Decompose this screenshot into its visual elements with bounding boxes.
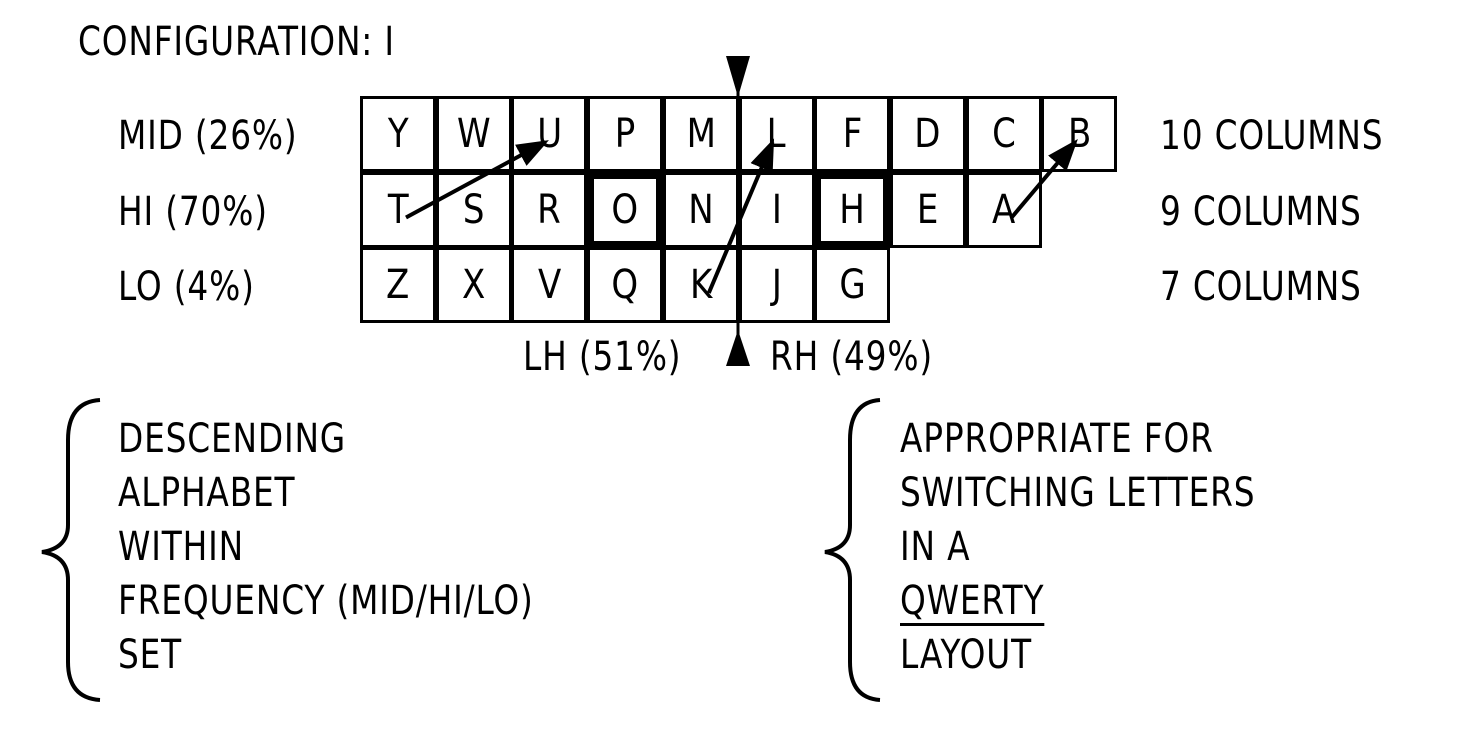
key-c: C <box>965 96 1042 172</box>
key-letter: S <box>462 186 485 233</box>
left-note: DESCENDING ALPHABET WITHIN FREQUENCY (MI… <box>118 412 534 682</box>
key-a: A <box>965 171 1042 248</box>
right-note: APPROPRIATE FOR SWITCHING LETTERS IN A Q… <box>900 412 1255 682</box>
key-letter: A <box>991 186 1016 233</box>
key-w: W <box>435 96 512 172</box>
key-letter: J <box>771 262 782 308</box>
key-r: R <box>511 171 588 248</box>
key-v: V <box>511 247 588 323</box>
right-brace-icon <box>824 398 881 702</box>
key-letter: V <box>537 262 562 308</box>
right-note-line-underlined: QWERTY <box>900 578 1045 626</box>
key-k: K <box>662 247 739 323</box>
left-note-line: WITHIN <box>118 524 244 570</box>
key-h: H <box>814 171 891 248</box>
row-label-mid: MID (26%) <box>118 113 298 159</box>
column-count-lo: 7 COLUMNS <box>1160 264 1362 310</box>
key-i: I <box>738 171 815 248</box>
left-note-line: SET <box>118 632 183 678</box>
key-letter: Y <box>387 111 409 157</box>
key-letter: L <box>767 111 786 157</box>
key-u: U <box>511 96 588 172</box>
key-z: Z <box>360 247 436 323</box>
key-o: O <box>587 171 664 248</box>
key-e: E <box>889 171 966 248</box>
key-n: N <box>662 171 739 248</box>
key-letter: U <box>536 111 562 157</box>
configuration-title: CONFIGURATION: I <box>78 19 395 65</box>
split-arrow-top-icon <box>726 56 750 97</box>
key-m: M <box>662 96 739 172</box>
key-letter: W <box>456 111 491 157</box>
key-letter: F <box>842 111 862 157</box>
key-letter: C <box>991 111 1016 157</box>
key-letter: Q <box>611 262 639 308</box>
right-note-line: IN A <box>900 524 971 570</box>
key-letter: D <box>914 111 941 157</box>
key-letter: X <box>462 262 486 308</box>
key-l: L <box>738 96 815 172</box>
key-j: J <box>738 247 815 323</box>
row-label-hi: HI (70%) <box>118 189 268 235</box>
right-note-line: LAYOUT <box>900 632 1032 678</box>
right-note-line: APPROPRIATE FOR <box>900 416 1214 462</box>
key-b: B <box>1041 96 1118 172</box>
row-label-lo: LO (4%) <box>118 264 255 310</box>
key-g: G <box>814 247 891 323</box>
key-x: X <box>435 247 512 323</box>
left-note-line: ALPHABET <box>118 470 296 516</box>
key-letter: R <box>537 186 562 233</box>
column-count-mid: 10 COLUMNS <box>1160 113 1384 159</box>
key-letter: O <box>611 186 639 233</box>
key-letter: K <box>689 262 712 308</box>
key-letter: M <box>686 111 716 157</box>
right-note-line: SWITCHING LETTERS <box>900 470 1256 516</box>
key-letter: G <box>839 262 866 308</box>
right-hand-label: RH (49%) <box>770 334 933 380</box>
key-letter: T <box>387 186 409 233</box>
left-note-line: DESCENDING <box>118 416 347 462</box>
key-s: S <box>435 171 512 248</box>
left-note-line: FREQUENCY (MID/HI/LO) <box>118 578 534 624</box>
key-letter: H <box>839 186 865 233</box>
key-d: D <box>889 96 966 172</box>
key-letter: P <box>614 111 636 157</box>
key-y: Y <box>360 96 436 172</box>
key-letter: I <box>771 186 782 233</box>
key-t: T <box>360 171 436 248</box>
left-hand-label: LH (51%) <box>523 334 682 380</box>
key-f: F <box>814 96 891 172</box>
key-letter: E <box>917 186 939 233</box>
left-brace-icon <box>41 398 101 702</box>
key-letter: B <box>1067 111 1091 157</box>
key-letter: Z <box>386 262 410 308</box>
key-letter: N <box>688 186 714 233</box>
key-q: Q <box>587 247 664 323</box>
column-count-hi: 9 COLUMNS <box>1160 189 1362 235</box>
key-p: P <box>587 96 664 172</box>
split-arrow-bottom-icon <box>726 330 750 366</box>
